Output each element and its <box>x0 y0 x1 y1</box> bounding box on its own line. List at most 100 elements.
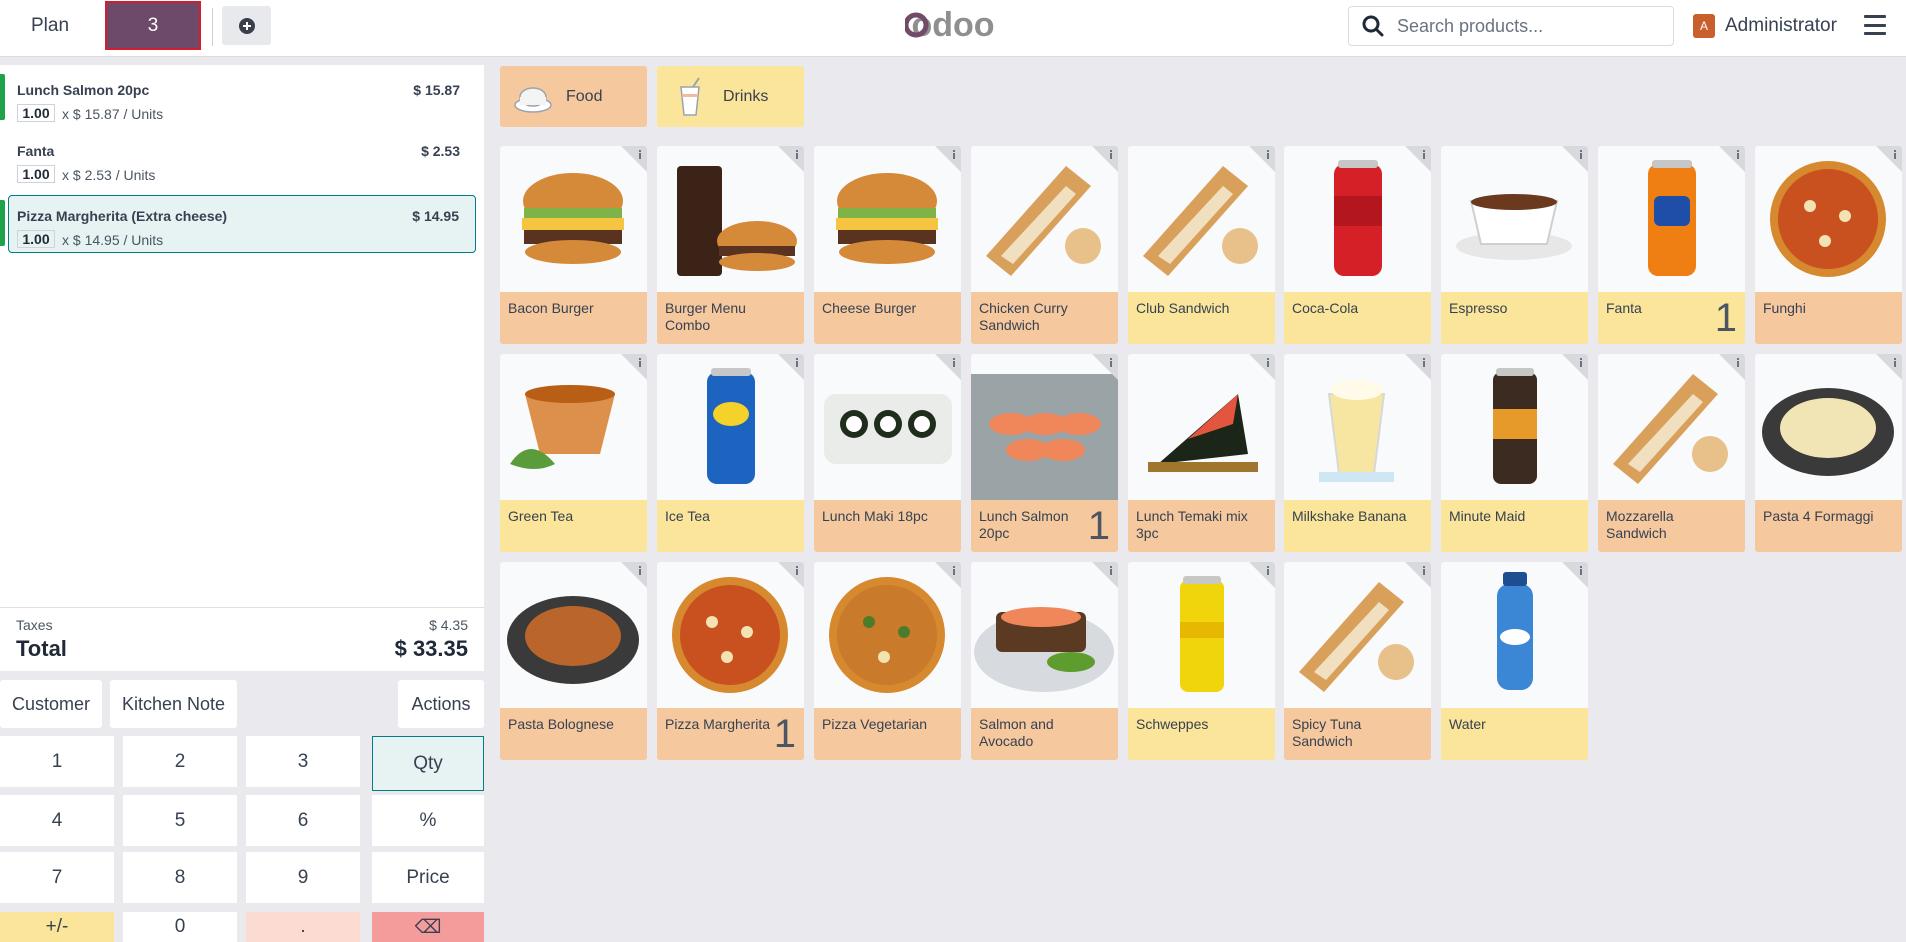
total-value: $ 33.35 <box>394 636 468 661</box>
info-icon[interactable] <box>935 354 961 380</box>
numpad-qty-mode[interactable]: Qty <box>372 736 484 791</box>
info-icon[interactable] <box>1405 146 1431 172</box>
plus-circle-icon <box>238 17 255 34</box>
user-menu[interactable]: A Administrator <box>1693 12 1837 40</box>
info-icon[interactable] <box>1562 146 1588 172</box>
product-card[interactable]: Lunch Temaki mix 3pc <box>1128 354 1275 552</box>
numpad-price-mode[interactable]: Price <box>372 852 484 903</box>
order-line-price: $ 15.87 <box>413 82 460 98</box>
numpad-key-1[interactable]: 1 <box>0 736 114 787</box>
numpad-backspace[interactable]: ⌫ <box>372 912 484 942</box>
product-footer: Pasta 4 Formaggi <box>1755 500 1902 552</box>
product-footer: Minute Maid <box>1441 500 1588 552</box>
info-icon[interactable] <box>778 354 804 380</box>
product-name: Water <box>1449 716 1486 732</box>
order-line[interactable]: Fanta $ 2.53 1.00 x $ 2.53 / Units <box>8 131 476 189</box>
numpad-key-6[interactable]: 6 <box>246 795 360 846</box>
table-number-button[interactable]: 3 <box>105 1 201 50</box>
product-card[interactable]: Pasta 4 Formaggi <box>1755 354 1902 552</box>
product-card[interactable]: Spicy Tuna Sandwich <box>1284 562 1431 760</box>
info-icon[interactable] <box>1405 562 1431 588</box>
kitchen-note-button[interactable]: Kitchen Note <box>110 680 237 728</box>
product-card[interactable]: Milkshake Banana <box>1284 354 1431 552</box>
info-icon[interactable] <box>621 354 647 380</box>
numpad-key-3[interactable]: 3 <box>246 736 360 787</box>
category-food[interactable]: Food <box>500 66 647 127</box>
product-footer: Lunch Maki 18pc <box>814 500 961 552</box>
info-icon[interactable] <box>1249 562 1275 588</box>
search-input[interactable]: Search products... <box>1348 6 1674 46</box>
actions-button[interactable]: Actions <box>398 680 484 728</box>
product-card[interactable]: Green Tea <box>500 354 647 552</box>
info-icon[interactable] <box>1562 562 1588 588</box>
product-card[interactable]: Water <box>1441 562 1588 760</box>
product-card[interactable]: Mozzarella Sandwich <box>1598 354 1745 552</box>
product-footer: Bacon Burger <box>500 292 647 344</box>
product-card[interactable]: Funghi <box>1755 146 1902 344</box>
product-footer: Funghi <box>1755 292 1902 344</box>
taxes-label: Taxes <box>16 617 53 633</box>
info-icon[interactable] <box>935 562 961 588</box>
product-card[interactable]: Cheese Burger <box>814 146 961 344</box>
plan-button[interactable]: Plan <box>14 8 86 44</box>
info-icon[interactable] <box>1876 354 1902 380</box>
product-card[interactable]: Pasta Bolognese <box>500 562 647 760</box>
info-icon[interactable] <box>778 146 804 172</box>
food-bowl-icon <box>514 86 552 113</box>
product-card[interactable]: Ice Tea <box>657 354 804 552</box>
product-card[interactable]: Club Sandwich <box>1128 146 1275 344</box>
numpad-key-9[interactable]: 9 <box>246 852 360 903</box>
product-card[interactable]: Coca-Cola <box>1284 146 1431 344</box>
product-card[interactable]: Schweppes <box>1128 562 1275 760</box>
info-icon[interactable] <box>1719 354 1745 380</box>
info-icon[interactable] <box>1092 562 1118 588</box>
info-icon[interactable] <box>1092 354 1118 380</box>
numpad-key-7[interactable]: 7 <box>0 852 114 903</box>
product-footer: Ice Tea <box>657 500 804 552</box>
numpad-key-5[interactable]: 5 <box>123 795 237 846</box>
info-icon[interactable] <box>621 146 647 172</box>
product-card[interactable]: Pizza Vegetarian <box>814 562 961 760</box>
info-icon[interactable] <box>1562 354 1588 380</box>
category-label: Drinks <box>723 87 769 105</box>
order-line-selected[interactable]: Pizza Margherita (Extra cheese) $ 14.95 … <box>0 195 476 253</box>
info-icon[interactable] <box>1249 354 1275 380</box>
order-line[interactable]: Lunch Salmon 20pc $ 15.87 1.00 x $ 15.87… <box>0 70 476 128</box>
numpad-key-4[interactable]: 4 <box>0 795 114 846</box>
product-name: Pizza Vegetarian <box>822 716 928 732</box>
numpad-decimal[interactable]: . <box>246 912 360 942</box>
product-card[interactable]: Fanta 1 <box>1598 146 1745 344</box>
numpad-plus-minus[interactable]: +/- <box>0 912 114 942</box>
numpad-key-2[interactable]: 2 <box>123 736 237 787</box>
product-name: Pizza Margherita <box>665 716 771 732</box>
info-icon[interactable] <box>1719 146 1745 172</box>
hamburger-menu-icon[interactable] <box>1864 15 1886 35</box>
info-icon[interactable] <box>1876 146 1902 172</box>
product-card[interactable]: Lunch Maki 18pc <box>814 354 961 552</box>
add-order-button[interactable] <box>222 6 271 45</box>
product-quantity-badge: 1 <box>773 712 796 756</box>
product-card[interactable]: Bacon Burger <box>500 146 647 344</box>
info-icon[interactable] <box>1249 146 1275 172</box>
product-card[interactable]: Pizza Margherita 1 <box>657 562 804 760</box>
order-line-qty: 1.00 <box>17 165 55 183</box>
product-card[interactable]: Chicken Curry Sandwich <box>971 146 1118 344</box>
product-card[interactable]: Salmon and Avocado <box>971 562 1118 760</box>
order-line-name: Lunch Salmon 20pc <box>17 82 150 98</box>
numpad-key-0[interactable]: 0 <box>123 912 237 942</box>
category-drinks[interactable]: Drinks <box>657 66 804 127</box>
drink-cup-icon <box>680 76 700 116</box>
info-icon[interactable] <box>935 146 961 172</box>
info-icon[interactable] <box>778 562 804 588</box>
category-label: Food <box>566 87 603 105</box>
numpad-discount-mode[interactable]: % <box>372 795 484 846</box>
info-icon[interactable] <box>1405 354 1431 380</box>
numpad-key-8[interactable]: 8 <box>123 852 237 903</box>
product-card[interactable]: Espresso <box>1441 146 1588 344</box>
product-card[interactable]: Lunch Salmon 20pc 1 <box>971 354 1118 552</box>
product-card[interactable]: Minute Maid <box>1441 354 1588 552</box>
info-icon[interactable] <box>1092 146 1118 172</box>
customer-button[interactable]: Customer <box>0 680 102 728</box>
info-icon[interactable] <box>621 562 647 588</box>
product-card[interactable]: Burger Menu Combo <box>657 146 804 344</box>
